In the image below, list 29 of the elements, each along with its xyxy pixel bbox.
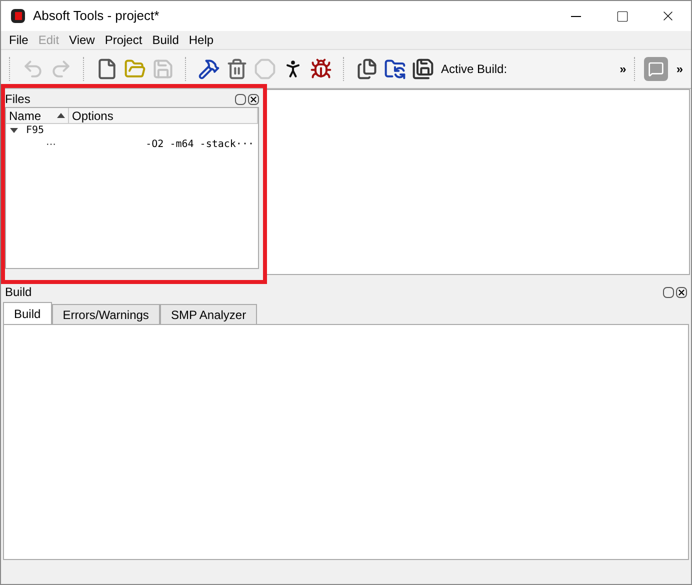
column-header[interactable]: Options [69,108,258,123]
close-panel-button[interactable] [248,94,259,104]
tab[interactable]: Build [3,302,52,324]
close-panel-button[interactable] [676,286,687,298]
chat-button[interactable] [644,57,668,81]
active-build-label: Active Build: [441,61,508,78]
menu-item[interactable]: View [65,31,99,49]
menu-item[interactable]: Build [148,31,183,49]
toolbar-overflow-button[interactable]: » [676,60,683,78]
menu-item[interactable]: File [5,31,32,49]
maximize-icon [616,10,628,22]
expand-arrow-icon[interactable] [10,128,18,133]
float-icon[interactable] [663,286,674,298]
menu-item[interactable]: Help [184,31,218,49]
app-logo-icon [11,9,25,23]
tab[interactable]: SMP Analyzer [160,304,258,324]
window-title: Absoft Tools - project* [33,7,160,26]
toolbar-overflow-button[interactable]: » [620,60,626,78]
column-header[interactable]: Name [6,108,69,123]
float-icon[interactable] [235,94,246,104]
tree-item[interactable]: F95 [26,123,44,138]
tree-item[interactable]: ··· [46,136,56,152]
speech-bubble-icon [648,61,664,77]
options-cell-text: -O2 -m64 -stack··· [146,138,254,152]
menu-item[interactable]: Project [100,31,146,49]
panel-title: Build [5,284,32,301]
sort-up-icon [57,113,65,118]
tab[interactable]: Errors/Warnings [52,304,160,324]
panel-title: Files [5,91,30,108]
